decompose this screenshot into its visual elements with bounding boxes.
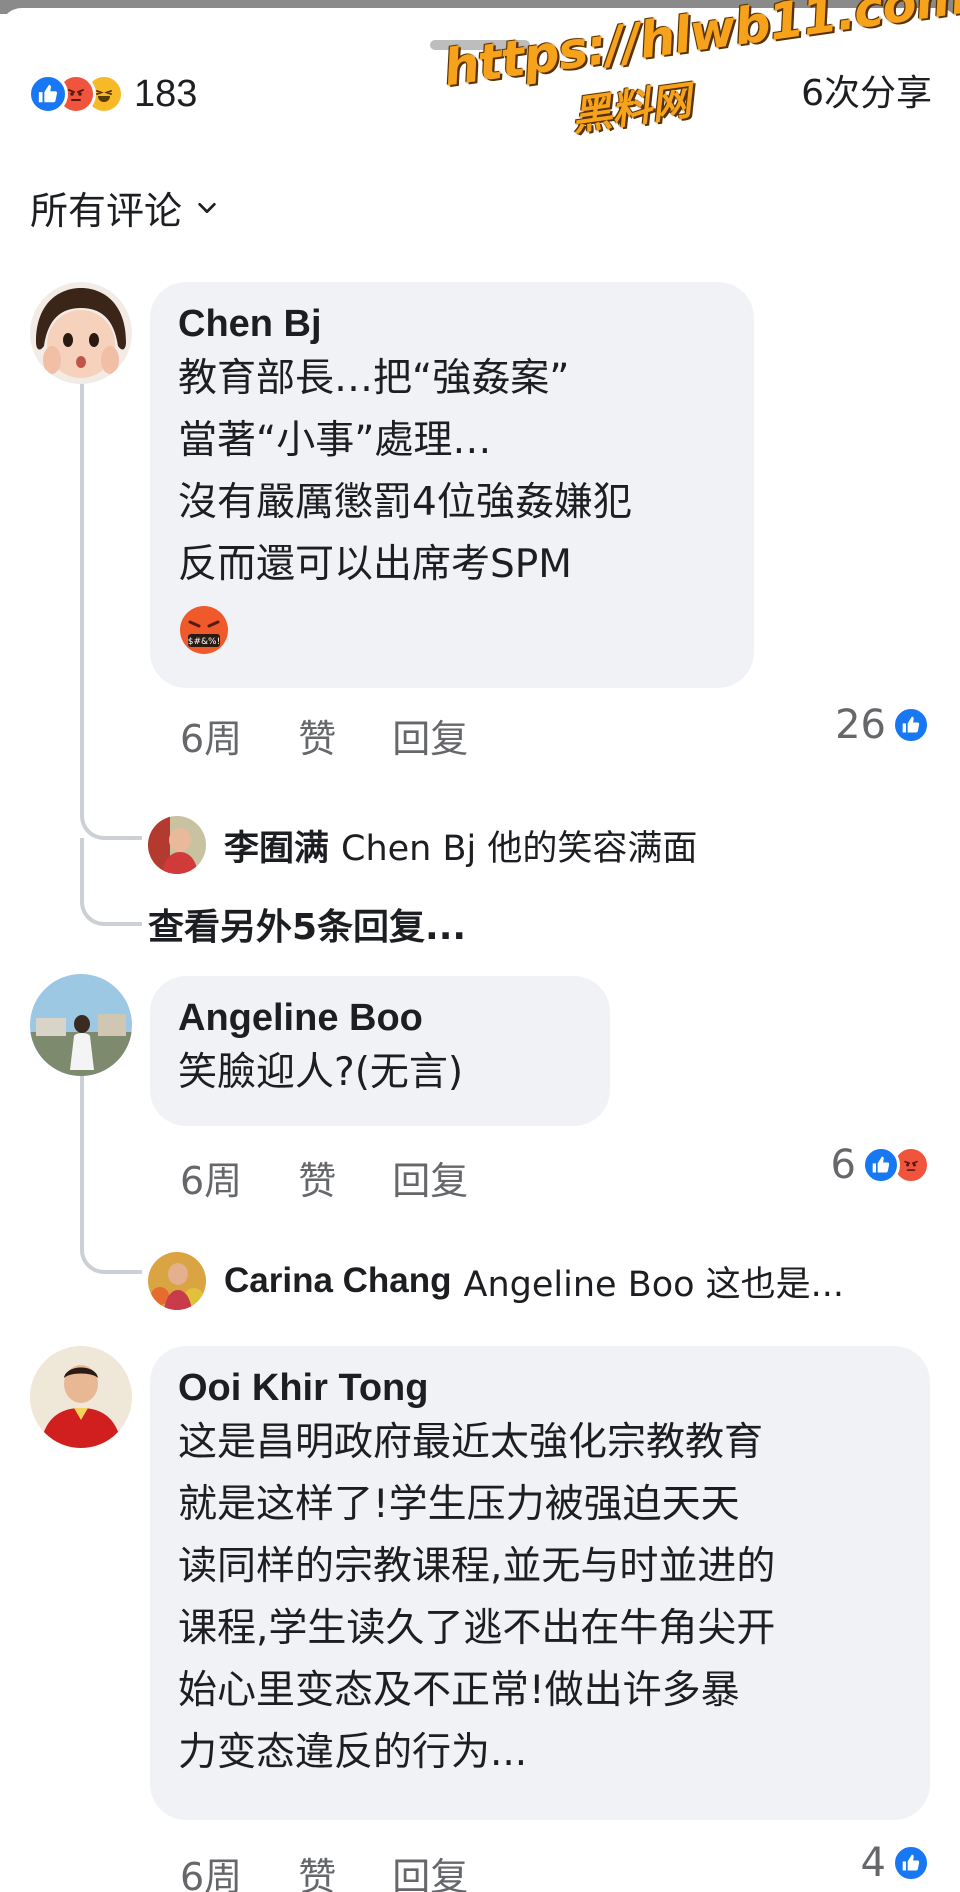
like-reaction-icon <box>862 1146 900 1184</box>
chevron-down-icon <box>198 202 216 213</box>
reply-text: Chen Bj 他的笑容满面 <box>341 828 698 869</box>
thread-line <box>80 382 84 792</box>
comment-bubble[interactable]: Angeline Boo 笑臉迎人?(无言) <box>150 976 610 1126</box>
like-reaction-icon <box>892 706 930 744</box>
comment-sort-dropdown[interactable]: 所有评论 <box>30 180 218 235</box>
comment-author[interactable]: Ooi Khir Tong <box>178 1364 902 1412</box>
comment-text-line: 笑臉迎人?(无言) <box>178 1050 464 1095</box>
reply-button[interactable]: 回复 <box>392 1846 468 1892</box>
reply-author[interactable]: Carina Chang <box>224 1261 452 1301</box>
sort-label: 所有评论 <box>30 189 183 233</box>
reply-avatar[interactable] <box>148 1252 206 1310</box>
comment-author[interactable]: Chen Bj <box>178 300 726 348</box>
reaction-number: 6 <box>830 1142 856 1188</box>
comment-text-line: 读同样的宗教课程,並无与时並进的 <box>178 1544 776 1589</box>
comment-text-line: 當著“小事”處理… <box>178 418 492 463</box>
reply-button[interactable]: 回复 <box>392 708 468 763</box>
thread-connector <box>80 1218 142 1274</box>
like-button[interactable]: 赞 <box>298 1150 336 1205</box>
comment-actions: 6周 赞 回复 <box>180 1150 524 1205</box>
comment-text-line: 这是昌明政府最近太強化宗教教育 <box>178 1420 764 1465</box>
view-more-replies-link[interactable]: 查看另外5条回复... <box>148 898 466 950</box>
like-reaction-icon <box>892 1844 930 1882</box>
comment-author[interactable]: Angeline Boo <box>178 994 582 1042</box>
thread-connector <box>80 876 142 926</box>
reply-preview[interactable]: Carina Chang Angeline Boo 这也是... <box>148 1252 844 1310</box>
reply-preview[interactable]: 李囿满 Chen Bj 他的笑容满面 <box>148 816 697 874</box>
comment-time: 6周 <box>180 1855 243 1892</box>
comment-actions: 6周 赞 回复 <box>180 708 524 763</box>
comment-text-line: 始心里变态及不正常!做出许多暴 <box>178 1668 740 1713</box>
comment-bubble[interactable]: Ooi Khir Tong 这是昌明政府最近太強化宗教教育 就是这样了!学生压力… <box>150 1346 930 1820</box>
comment-text-line: 反而還可以出席考SPM <box>178 542 572 587</box>
reply-author[interactable]: 李囿满 <box>224 820 329 871</box>
reply-text: Angeline Boo 这也是... <box>463 1264 845 1305</box>
like-reaction-icon <box>28 74 68 114</box>
reaction-number: 4 <box>860 1840 886 1886</box>
reaction-number: 26 <box>835 702 886 748</box>
emoji-symbols: $#&%! <box>188 637 220 647</box>
reply-avatar[interactable] <box>148 816 206 874</box>
comment-text-line: 课程,学生读久了逃不出在牛角尖开 <box>178 1606 776 1651</box>
avatar[interactable] <box>30 282 132 384</box>
reaction-count: 183 <box>134 72 198 115</box>
avatar[interactable] <box>30 974 132 1076</box>
like-button[interactable]: 赞 <box>298 1846 336 1892</box>
comment-reaction-count[interactable]: 26 <box>835 702 930 748</box>
share-count[interactable]: 6次分享 <box>801 72 932 116</box>
comment-text-line: 就是这样了!学生压力被强迫天天 <box>178 1482 740 1527</box>
comment-reaction-count[interactable]: 4 <box>861 1840 930 1886</box>
thread-line <box>80 838 84 878</box>
comment-actions: 6周 赞 回复 <box>180 1846 524 1892</box>
reply-button[interactable]: 回复 <box>392 1150 468 1205</box>
comment-reaction-count[interactable]: 6 <box>831 1142 930 1188</box>
thread-connector <box>80 780 142 840</box>
comment-time: 6周 <box>180 717 243 761</box>
like-button[interactable]: 赞 <box>298 708 336 763</box>
comment-text-line: 沒有嚴厲懲罰4位強姦嫌犯 <box>178 480 632 525</box>
comment-time: 6周 <box>180 1159 243 1203</box>
thread-line <box>80 1072 84 1222</box>
comment-text-line: 教育部長…把“強姦案” <box>178 356 570 401</box>
angry-emoji-icon: $#&%! <box>178 604 230 656</box>
comment-text-line: 力变态違反的行为... <box>178 1730 528 1775</box>
avatar[interactable] <box>30 1346 132 1448</box>
comment-bubble[interactable]: Chen Bj 教育部長…把“強姦案” 當著“小事”處理… 沒有嚴厲懲罰4位強姦… <box>150 282 754 688</box>
reaction-summary[interactable]: 183 <box>28 72 197 116</box>
